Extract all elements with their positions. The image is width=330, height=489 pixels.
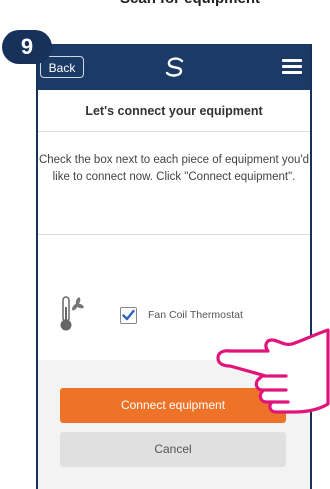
divider xyxy=(38,234,310,235)
divider xyxy=(38,131,310,132)
top-navigation-bar: Back xyxy=(38,44,310,90)
thermostat-fan-icon xyxy=(60,296,84,331)
pointing-hand-icon xyxy=(216,328,330,414)
hamburger-menu-icon[interactable] xyxy=(282,59,302,75)
swirl-logo-icon xyxy=(165,57,184,77)
checkmark-icon xyxy=(122,309,135,321)
equipment-checkbox[interactable] xyxy=(120,307,137,324)
app-screen: Back Let's connect your equipment Check … xyxy=(36,44,312,489)
page-heading: Let's connect your equipment xyxy=(85,104,263,118)
step-title: Scan for equipment xyxy=(120,0,320,10)
cancel-button[interactable]: Cancel xyxy=(60,432,286,467)
step-number-badge: 9 xyxy=(2,30,52,64)
instructions-text: Check the box next to each piece of equi… xyxy=(38,154,310,183)
